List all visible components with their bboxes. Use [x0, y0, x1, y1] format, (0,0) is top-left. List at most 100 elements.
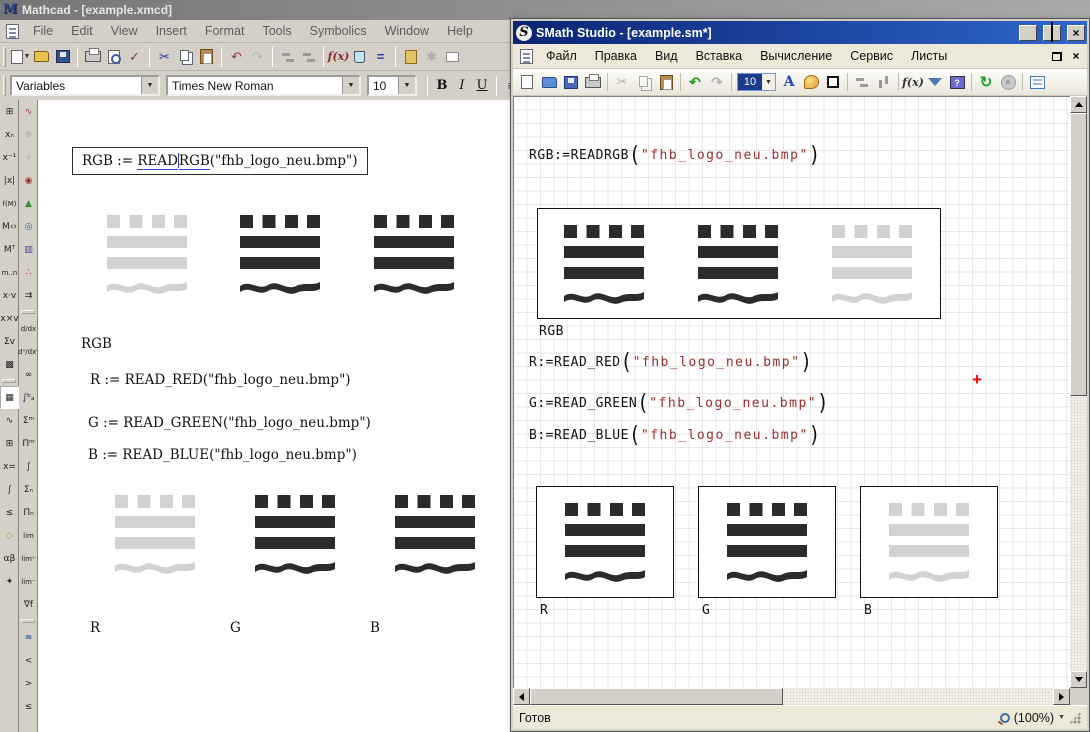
- smath-title-bar[interactable]: S SMath Studio - [example.sm*] ×: [513, 21, 1087, 44]
- align-down-icon[interactable]: [298, 46, 319, 67]
- menu-view[interactable]: View: [103, 22, 146, 40]
- inverse-icon[interactable]: x⁻¹: [0, 146, 19, 169]
- limit-icon[interactable]: lim: [19, 524, 38, 547]
- menu-symbolics[interactable]: Symbolics: [302, 22, 375, 40]
- menu-edit[interactable]: Edit: [63, 22, 101, 40]
- italic-button[interactable]: I: [452, 78, 472, 93]
- toolbar-grip[interactable]: [3, 47, 6, 67]
- matrix-column-icon[interactable]: M‹›: [0, 215, 19, 238]
- logo-image-b-channel[interactable]: [395, 495, 475, 574]
- vertical-scrollbar[interactable]: [1070, 96, 1087, 688]
- undo-icon[interactable]: ↶: [684, 71, 706, 93]
- rgb-label[interactable]: RGB: [539, 324, 564, 339]
- limit-left-icon[interactable]: lim⁻: [19, 570, 38, 593]
- reference-book-icon[interactable]: ?: [946, 71, 968, 93]
- programming-palette-icon[interactable]: ◇: [0, 524, 19, 547]
- menu-file[interactable]: File: [25, 22, 61, 40]
- menu-view[interactable]: Вид: [646, 47, 687, 65]
- rgb-image-frame[interactable]: [537, 208, 941, 319]
- menu-file[interactable]: Файл: [537, 47, 586, 65]
- menu-format[interactable]: Format: [197, 22, 253, 40]
- nth-derivative-icon[interactable]: dⁿ/dxⁿ: [19, 340, 38, 363]
- greek-palette-icon[interactable]: αβ: [0, 547, 19, 570]
- product-icon[interactable]: Πₙ: [19, 501, 38, 524]
- greater-than-icon[interactable]: >: [19, 672, 38, 695]
- vertical-scroll-track[interactable]: [1070, 396, 1087, 671]
- scroll-down-button[interactable]: [1070, 671, 1087, 688]
- font-size-combo[interactable]: 10 ▼: [737, 73, 776, 91]
- insert-function-icon[interactable]: f(x): [902, 71, 924, 93]
- border-icon[interactable]: [822, 71, 844, 93]
- component-icon[interactable]: ✱: [421, 46, 442, 67]
- smath-read-blue-expression[interactable]: B:=READ_BLUE("fhb_logo_neu.bmp"): [529, 424, 821, 446]
- font-size-combo[interactable]: 10 ▼: [367, 75, 417, 96]
- mdi-close-button[interactable]: ×: [1068, 49, 1084, 63]
- font-combo[interactable]: Times New Roman ▼: [166, 75, 361, 96]
- transpose-icon[interactable]: Mᵀ: [0, 238, 19, 261]
- chevron-down-icon[interactable]: ▼: [141, 77, 158, 94]
- rgb-label[interactable]: RGB: [81, 336, 112, 352]
- vectorize-icon[interactable]: f(M): [0, 192, 19, 215]
- horizontal-scroll-track[interactable]: [783, 688, 1053, 705]
- chevron-down-icon[interactable]: ▼: [398, 77, 415, 94]
- horizontal-scroll-thumb[interactable]: [530, 688, 783, 705]
- align-across-icon[interactable]: [277, 46, 298, 67]
- minimize-button[interactable]: [1019, 25, 1037, 41]
- paste-icon[interactable]: [196, 46, 217, 67]
- spell-check-icon[interactable]: ✓: [124, 46, 145, 67]
- horizontal-scrollbar[interactable]: [513, 688, 1070, 705]
- boolean-palette-icon[interactable]: ≤: [0, 501, 19, 524]
- logo-image-r-channel[interactable]: [115, 495, 195, 574]
- menu-edit[interactable]: Правка: [586, 47, 646, 65]
- menu-insert[interactable]: Вставка: [687, 47, 751, 65]
- vector-field-icon[interactable]: ⇉: [19, 284, 38, 307]
- new-dropdown-icon[interactable]: ▼: [24, 53, 31, 60]
- zoom-dropdown-icon[interactable]: ▼: [1058, 714, 1065, 721]
- scroll-up-button[interactable]: [1070, 96, 1087, 113]
- cross-product-icon[interactable]: x×v: [0, 307, 19, 330]
- b-label[interactable]: B: [864, 603, 872, 618]
- logo-image-g-channel[interactable]: [255, 495, 335, 574]
- xy-plot-icon[interactable]: ∿: [19, 100, 38, 123]
- palette-icon[interactable]: [800, 71, 822, 93]
- read-green-expression[interactable]: G := READ_GREEN("fhb_logo_neu.bmp"): [88, 415, 371, 431]
- calculator-palette-icon[interactable]: ▦: [0, 386, 19, 409]
- redo-icon[interactable]: ↷: [247, 46, 268, 67]
- document-icon[interactable]: [520, 49, 533, 64]
- menu-window[interactable]: Window: [377, 22, 437, 40]
- absolute-value-icon[interactable]: |x|: [0, 169, 19, 192]
- copy-icon[interactable]: [175, 46, 196, 67]
- b-image-frame[interactable]: [860, 486, 998, 598]
- less-than-icon[interactable]: <: [19, 649, 38, 672]
- definite-integral-icon[interactable]: ∫ᵇₐ: [19, 386, 38, 409]
- logo-image-rgb-light[interactable]: [107, 215, 187, 294]
- open-icon[interactable]: [538, 71, 560, 93]
- magnifier-icon[interactable]: [1000, 713, 1010, 723]
- matrix-icon[interactable]: ⊞: [0, 100, 19, 123]
- math-region-icon[interactable]: [442, 46, 463, 67]
- subscript-icon[interactable]: xₙ: [0, 123, 19, 146]
- evaluate-icon[interactable]: =: [370, 46, 391, 67]
- copy-icon[interactable]: [633, 71, 655, 93]
- align-vertical-icon[interactable]: [873, 71, 895, 93]
- scroll-left-button[interactable]: [513, 688, 530, 705]
- hyperlink-icon[interactable]: [400, 46, 421, 67]
- menu-service[interactable]: Сервис: [841, 47, 902, 65]
- symbolic-palette-icon[interactable]: ✦: [0, 570, 19, 593]
- vertical-scroll-thumb[interactable]: [1070, 113, 1087, 396]
- new-icon[interactable]: [516, 71, 538, 93]
- smath-worksheet[interactable]: RGB:=READRGB("fhb_logo_neu.bmp") RGB: [513, 96, 1070, 688]
- product-limits-icon[interactable]: Πᵐ: [19, 432, 38, 455]
- options-icon[interactable]: [1026, 71, 1048, 93]
- contour-plot-icon[interactable]: ◎: [19, 215, 38, 238]
- smath-read-green-expression[interactable]: G:=READ_GREEN("fhb_logo_neu.bmp"): [529, 392, 829, 414]
- scroll-right-button[interactable]: [1053, 688, 1070, 705]
- menu-calculation[interactable]: Вычисление: [751, 47, 841, 65]
- graph-palette-icon[interactable]: ∿: [0, 409, 19, 432]
- insert-unit-icon[interactable]: [349, 46, 370, 67]
- mdi-minimize-button[interactable]: [1030, 49, 1046, 63]
- recalculate-icon[interactable]: ↻: [975, 71, 997, 93]
- print-icon[interactable]: [582, 71, 604, 93]
- bar3d-plot-icon[interactable]: ▥: [19, 238, 38, 261]
- g-image-frame[interactable]: [698, 486, 836, 598]
